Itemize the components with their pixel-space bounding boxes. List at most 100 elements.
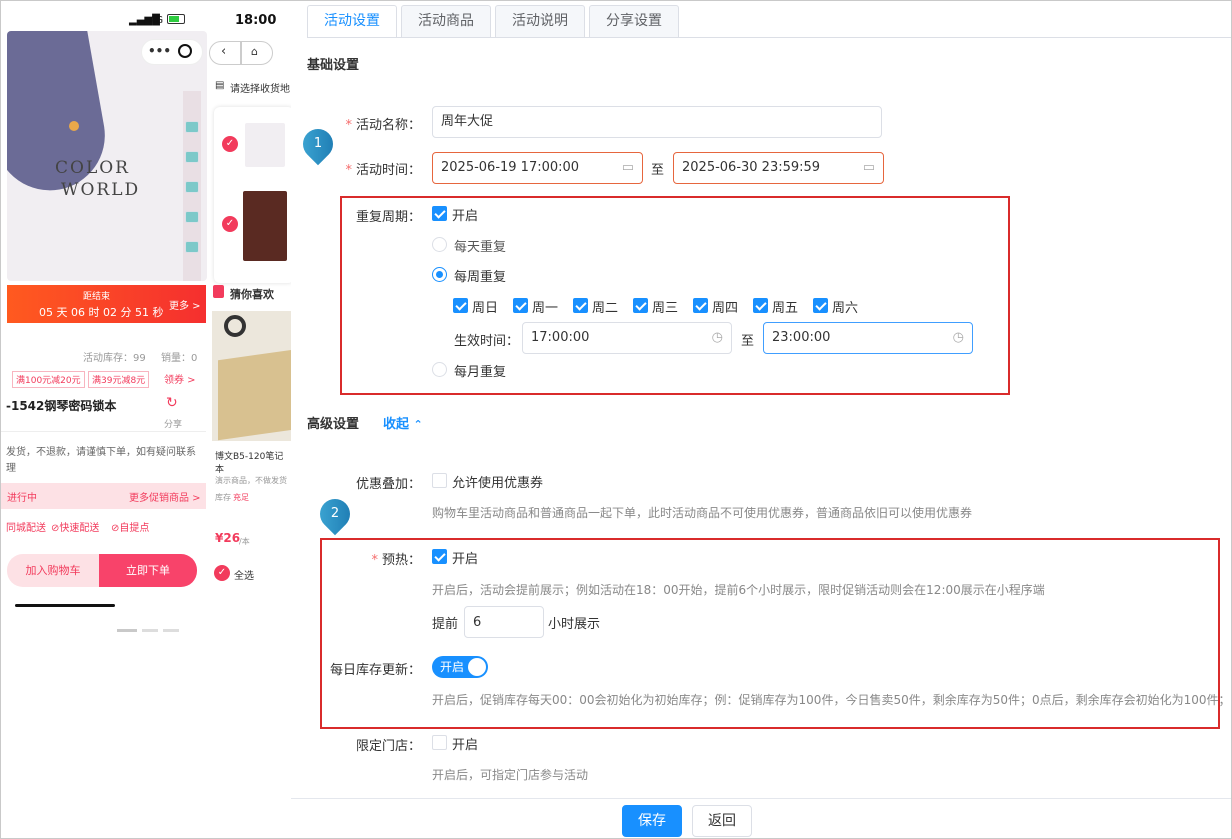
home-nav-button[interactable]: ⌂ (241, 41, 273, 65)
calendar-icon[interactable]: ▭ (863, 153, 875, 183)
book-title-line1: COLOR (55, 158, 130, 178)
page-dot[interactable] (142, 629, 158, 632)
weekday-label[interactable]: 周日 (472, 297, 498, 316)
promo-more-link[interactable]: 更多促销商品 > (129, 489, 201, 504)
buy-now-button[interactable]: 立即下单 (99, 554, 197, 587)
switch-knob (468, 658, 486, 676)
repeat-checkbox-label[interactable]: 开启 (452, 205, 478, 224)
home-icon: ⌂ (251, 45, 258, 58)
back-nav-button[interactable]: ‹ (209, 41, 241, 65)
recommend-price: ¥26 (215, 531, 241, 545)
coupon-stack-label[interactable]: 允许使用优惠券 (452, 472, 543, 491)
recommend-image (212, 311, 291, 441)
effective-end-input[interactable]: 23:00:00 ◷ (763, 322, 973, 354)
recommend-price-unit: /本 (239, 537, 250, 546)
weekday-checkbox-sun[interactable] (453, 298, 468, 313)
marker-1-number: 1 (313, 136, 323, 151)
address-selector[interactable]: 请选择收货地 (230, 80, 290, 95)
calendar-icon[interactable]: ▭ (622, 153, 634, 183)
store-limit-label: 限定门店： (355, 739, 421, 754)
weekday-label[interactable]: 周二 (592, 297, 618, 316)
page-dot[interactable] (117, 629, 137, 632)
daily-radio[interactable] (432, 237, 447, 252)
weekday-checkbox-fri[interactable] (753, 298, 768, 313)
weekday-checkbox-sat[interactable] (813, 298, 828, 313)
cart-item-check-icon[interactable]: ✓ (222, 136, 238, 152)
coupon-stack-checkbox[interactable] (432, 473, 447, 488)
weekday-label[interactable]: 周一 (532, 297, 558, 316)
notice-text-2: 理 (6, 463, 16, 474)
advance-prefix: 提前 (432, 617, 459, 632)
advance-hours-input[interactable]: 6 (464, 606, 544, 638)
coupon-badge[interactable]: 满100元减20元 (12, 371, 85, 388)
weekly-radio[interactable] (432, 267, 447, 282)
weekday-label[interactable]: 周五 (772, 297, 798, 316)
coupon-more-link[interactable]: 领券 > (164, 371, 196, 386)
home-indicator (15, 604, 115, 607)
end-time-input[interactable]: 2025-06-30 23:59:59 ▭ (673, 152, 884, 184)
notice-text: 发货，不退款，请谨慎下单，如有疑问联系 (6, 447, 196, 458)
collapse-label[interactable]: 收起 (383, 417, 409, 432)
monthly-radio[interactable] (432, 362, 447, 377)
select-all-label[interactable]: 全选 (234, 567, 254, 582)
store-limit-option[interactable]: 开启 (452, 734, 478, 753)
clock-icon[interactable]: ◷ (712, 323, 723, 353)
sales-text: 销量：0 (161, 353, 198, 364)
weekday-checkbox-wed[interactable] (633, 298, 648, 313)
effective-start-input[interactable]: 17:00:00 ◷ (522, 322, 732, 354)
capsule-menu[interactable]: ••• (141, 39, 203, 65)
chevron-left-icon: ‹ (221, 44, 227, 59)
tab-share-settings[interactable]: 分享设置 (589, 5, 679, 38)
page-dot[interactable] (163, 629, 179, 632)
weekly-radio-label[interactable]: 每周重复 (454, 266, 506, 285)
countdown-more-link[interactable]: 更多 > (169, 297, 201, 312)
delivery-option: ⊘快速配送 (51, 523, 100, 534)
weekday-checkbox-mon[interactable] (513, 298, 528, 313)
preheat-hint: 开启后，活动会提前展示；例如活动在18：00开始，提前6个小时展示，限时促销活动… (432, 583, 1045, 597)
back-button[interactable]: 返回 (692, 805, 752, 837)
activity-name-label: * 活动名称： (345, 118, 421, 133)
effective-time-label: 生效时间： (454, 334, 520, 349)
effective-start-value: 17:00:00 (531, 330, 590, 345)
activity-time-label: * 活动时间： (345, 163, 421, 178)
share-label[interactable]: 分享 (164, 417, 182, 430)
tab-activity-description[interactable]: 活动说明 (495, 5, 585, 38)
collapse-toggle[interactable]: 收起 ⌃ (383, 413, 423, 432)
daily-radio-label[interactable]: 每天重复 (454, 236, 506, 255)
save-button[interactable]: 保存 (622, 805, 682, 837)
store-limit-hint: 开启后，可指定门店参与活动 (432, 768, 589, 782)
daily-stock-switch[interactable]: 开启 (432, 656, 488, 678)
tab-activity-settings[interactable]: 活动设置 (307, 5, 397, 38)
store-limit-checkbox[interactable] (432, 735, 447, 750)
daily-stock-label: 每日库存更新： (329, 663, 421, 678)
preheat-checkbox-label[interactable]: 开启 (452, 548, 478, 567)
tab-activity-products[interactable]: 活动商品 (401, 5, 491, 38)
share-icon[interactable]: ↻ (166, 395, 178, 411)
add-to-cart-button[interactable]: 加入购物车 (7, 554, 99, 587)
weekday-label[interactable]: 周六 (832, 297, 858, 316)
weekday-label[interactable]: 周三 (652, 297, 678, 316)
repeat-checkbox[interactable] (432, 206, 447, 221)
coupon-stack-hint: 购物车里活动商品和普通商品一起下单，此时活动商品不可使用优惠券，普通商品依旧可以… (432, 506, 973, 520)
cart-item-check-icon[interactable]: ✓ (222, 216, 238, 232)
coupon-badge[interactable]: 满39元减8元 (88, 371, 150, 388)
clock-icon[interactable]: ◷ (953, 323, 964, 353)
more-dots-icon[interactable]: ••• (148, 44, 171, 58)
chevron-up-icon[interactable]: ⌃ (414, 418, 423, 431)
countdown-value: 05 天 06 时 02 分 51 秒 (39, 306, 164, 319)
weekday-label[interactable]: 周四 (712, 297, 738, 316)
weekday-checkbox-tue[interactable] (573, 298, 588, 313)
weekday-checkbox-thu[interactable] (693, 298, 708, 313)
delivery-option: ⊘自提点 (111, 523, 150, 534)
start-time-input[interactable]: 2025-06-19 17:00:00 ▭ (432, 152, 643, 184)
activity-name-input[interactable]: 周年大促 (432, 106, 882, 138)
footer-bar: 保存 返回 (291, 798, 1231, 838)
monthly-radio-label[interactable]: 每月重复 (454, 361, 506, 380)
close-circle-icon[interactable] (178, 44, 192, 58)
preheat-checkbox[interactable] (432, 549, 447, 564)
basic-settings-title: 基础设置 (307, 58, 360, 73)
select-all-check-icon[interactable]: ✓ (214, 565, 230, 581)
stock-text: 活动库存：99 (83, 353, 146, 364)
promo-bar[interactable]: 进行中 更多促销商品 > (1, 483, 206, 509)
start-time-value: 2025-06-19 17:00:00 (441, 160, 580, 175)
